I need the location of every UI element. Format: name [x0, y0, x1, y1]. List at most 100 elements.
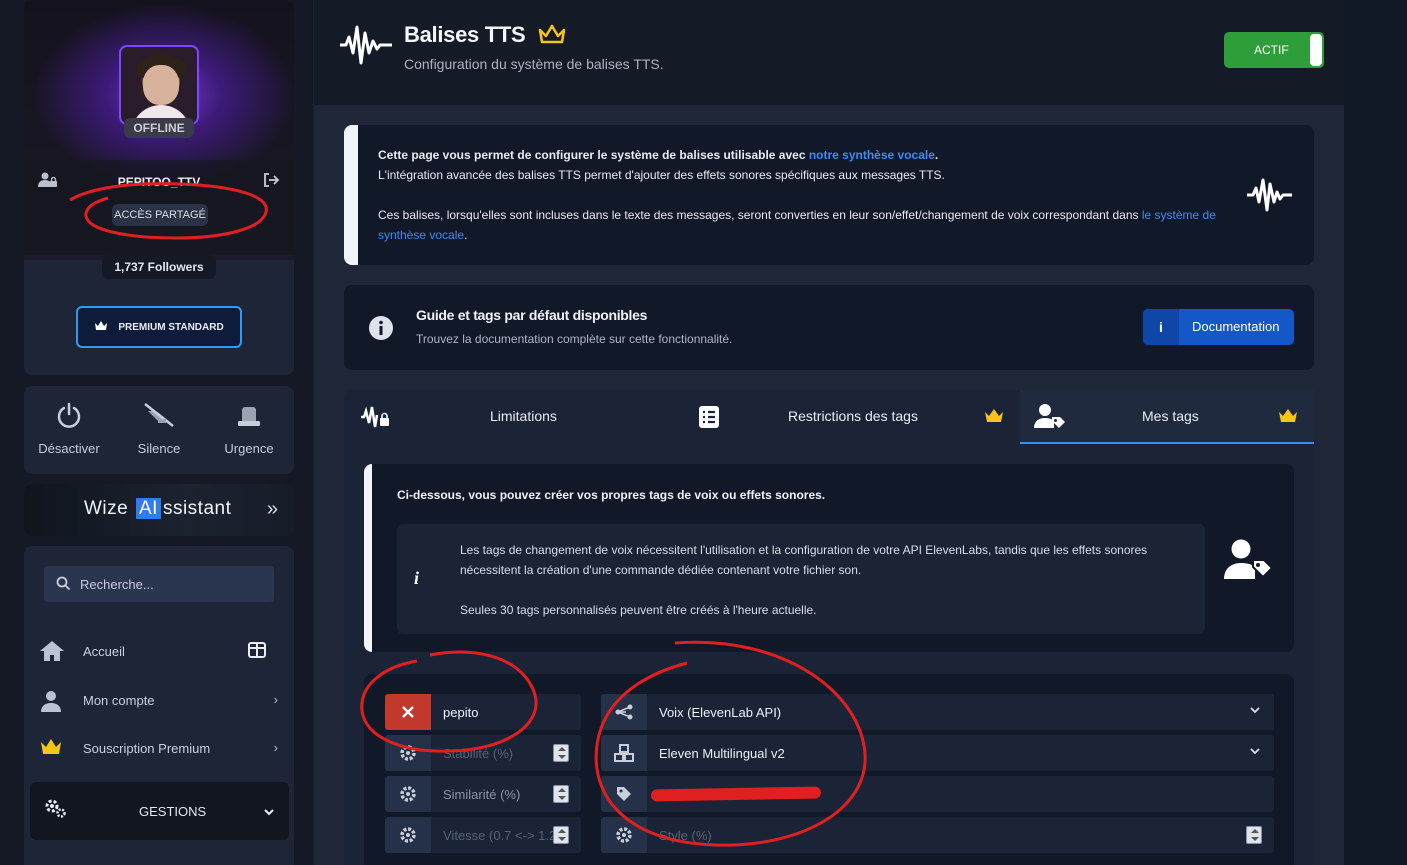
layout-toggle-icon[interactable] [248, 642, 266, 663]
page-title: Balises TTS [404, 22, 567, 48]
waveform-lock-icon [360, 404, 390, 435]
toggle-label: ACTIF [1254, 43, 1289, 57]
sidebar-item-accueil[interactable]: Accueil [24, 632, 294, 672]
style-spinner[interactable] [1246, 826, 1262, 844]
deactivate-button[interactable]: Désactiver [24, 386, 114, 474]
tab-label: Restrictions des tags [788, 408, 918, 424]
delete-tag-button[interactable] [385, 694, 431, 730]
model-select[interactable]: Eleven Multilingual v2 [601, 735, 1274, 771]
tags-description: Ci-dessous, vous pouvez créer vos propre… [364, 464, 1294, 652]
double-chevron-icon[interactable]: » [267, 498, 278, 521]
documentation-button[interactable]: i Documentation [1143, 309, 1294, 345]
toggle-knob[interactable] [1310, 34, 1322, 66]
gear-icon [385, 817, 431, 853]
chevron-down-icon [1250, 744, 1260, 758]
wize-assistant-banner[interactable]: Wize AI ssistant » [24, 484, 294, 536]
guide-panel: Guide et tags par défaut disponibles Tro… [344, 285, 1314, 370]
share-nodes-icon [601, 694, 647, 730]
stability-placeholder: Stabilité (%) [443, 746, 514, 761]
speed-input[interactable]: Vitesse (0.7 <-> 1.2) [385, 817, 581, 853]
speed-placeholder: Vitesse (0.7 <-> 1.2) [443, 828, 561, 843]
username: PEPITOO_TTV [117, 175, 201, 189]
search-input[interactable]: Recherche... [44, 566, 274, 602]
emergency-label: Urgence [224, 441, 274, 456]
premium-standard-button[interactable]: PREMIUM STANDARD [76, 306, 242, 348]
chevron-down-icon [1250, 703, 1260, 717]
speed-spinner[interactable] [553, 826, 569, 844]
voice-id-input[interactable] [601, 776, 1274, 812]
info-icon: i [1143, 309, 1179, 345]
tag-form: pepito Stabilité (%) Similarité (%) Vite… [364, 674, 1294, 865]
similarity-input[interactable]: Similarité (%) [385, 776, 581, 812]
gears-icon [44, 798, 68, 825]
gear-icon [385, 735, 431, 771]
description-heading: Ci-dessous, vous pouvez créer vos propre… [397, 488, 826, 502]
sidebar-item-label: GESTIONS [139, 804, 207, 819]
tab-limitations[interactable]: Limitations [344, 390, 684, 444]
documentation-label: Documentation [1192, 319, 1280, 334]
chevron-down-icon [263, 804, 275, 822]
shared-access-badge: ACCÈS PARTAGÉ [112, 204, 208, 226]
chevron-right-icon: › [273, 692, 278, 707]
waveform-icon [338, 24, 396, 71]
similarity-spinner[interactable] [553, 785, 569, 803]
tag-name-field[interactable]: pepito [385, 694, 581, 730]
sidebar-item-souscription[interactable]: Souscription Premium › [24, 729, 294, 769]
navigation-card: Recherche... Accueil Mon compte › Souscr… [24, 546, 294, 865]
page-subtitle: Configuration du système de balises TTS. [404, 56, 664, 72]
info-box: i Les tags de changement de voix nécessi… [397, 524, 1205, 634]
siren-icon [204, 400, 294, 430]
mute-icon [114, 400, 204, 430]
cubes-icon [601, 735, 647, 771]
emergency-button[interactable]: Urgence [204, 386, 294, 474]
intro-panel: Cette page vous permet de configurer le … [344, 125, 1314, 265]
chevron-right-icon: › [273, 740, 278, 755]
tag-name-value: pepito [443, 705, 479, 720]
home-icon [39, 640, 65, 667]
sidebar-item-mon-compte[interactable]: Mon compte › [24, 681, 294, 721]
crown-icon [39, 737, 63, 762]
logout-icon[interactable] [262, 172, 280, 193]
deactivate-label: Désactiver [38, 441, 100, 456]
style-input[interactable]: Style (%) [601, 817, 1274, 853]
quick-actions: Désactiver Silence Urgence [24, 386, 294, 474]
tab-label: Limitations [490, 408, 557, 424]
voice-type-value: Voix (ElevenLab API) [659, 705, 782, 720]
info-circle-icon [368, 315, 394, 346]
user-icon [39, 689, 63, 718]
sidebar: OFFLINE PEPITOO_TTV ACCÈS PARTAGÉ 1,737 … [0, 0, 313, 865]
premium-label: PREMIUM STANDARD [118, 321, 224, 333]
similarity-placeholder: Similarité (%) [443, 787, 521, 802]
checklist-icon [698, 405, 720, 434]
redaction-mark [650, 786, 822, 802]
info-icon: i [414, 568, 420, 588]
main-content: Balises TTS Configuration du système de … [314, 0, 1344, 865]
tab-label: Mes tags [1142, 408, 1199, 424]
tab-restrictions[interactable]: Restrictions des tags [684, 390, 1020, 444]
gear-icon [601, 817, 647, 853]
wize-assistant-title: Wize AI ssistant [84, 498, 232, 519]
stability-spinner[interactable] [553, 744, 569, 762]
active-toggle[interactable]: ACTIF [1224, 32, 1324, 68]
crown-icon [538, 24, 566, 44]
tags-tabs-panel: Limitations Restrictions des tags Mes ta… [344, 390, 1314, 865]
silence-button[interactable]: Silence [114, 386, 204, 474]
intro-line-3: Ces balises, lorsqu'elles sont incluses … [378, 208, 1216, 242]
tts-link[interactable]: notre synthèse vocale [809, 148, 935, 162]
guide-title: Guide et tags par défaut disponibles [416, 307, 648, 323]
page-header: Balises TTS Configuration du système de … [314, 0, 1344, 105]
avatar[interactable] [119, 45, 199, 125]
status-badge: OFFLINE [124, 118, 194, 138]
tag-icon [601, 776, 647, 812]
crown-icon [94, 320, 108, 334]
intro-line-1: Cette page vous permet de configurer le … [378, 148, 939, 162]
followers-count: 1,737 Followers [102, 255, 216, 279]
tab-mes-tags[interactable]: Mes tags [1020, 390, 1314, 444]
crown-icon [1278, 408, 1298, 429]
sidebar-item-gestions[interactable]: GESTIONS [30, 782, 289, 840]
stability-input[interactable]: Stabilité (%) [385, 735, 581, 771]
gear-icon [385, 776, 431, 812]
voice-type-select[interactable]: Voix (ElevenLab API) [601, 694, 1274, 730]
info-text-1: Les tags de changement de voix nécessite… [460, 543, 1148, 577]
sidebar-item-label: Mon compte [83, 693, 155, 708]
